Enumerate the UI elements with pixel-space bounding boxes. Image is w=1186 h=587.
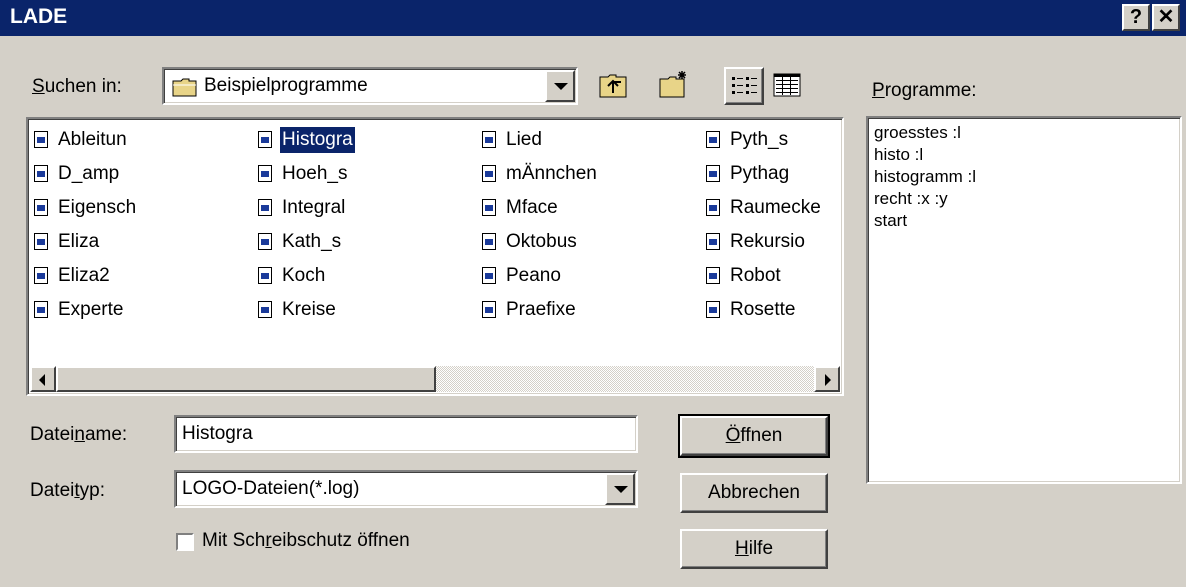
file-name: Pyth_s	[730, 129, 789, 150]
filetype-label: Dateityp:	[30, 480, 105, 501]
logo-file-icon	[706, 233, 720, 250]
logo-file-icon	[34, 199, 48, 216]
logo-file-icon	[706, 301, 720, 318]
file-name: Histogra	[279, 126, 356, 154]
logo-file-icon	[482, 233, 496, 250]
logo-file-icon	[34, 233, 48, 250]
file-name: Pythag	[730, 163, 790, 184]
logo-file-icon	[706, 131, 720, 148]
logo-file-icon	[258, 301, 272, 318]
filename-input[interactable]: Histogra	[174, 415, 638, 453]
file-name: Eigensch	[58, 197, 137, 218]
filename-label: Dateiname:	[30, 424, 128, 445]
program-item[interactable]: start	[874, 210, 1174, 232]
filetype-combobox[interactable]: LOGO-Dateien(*.log)	[174, 470, 638, 508]
file-name: Oktobus	[506, 231, 577, 252]
file-name: Robot	[730, 265, 781, 286]
file-name: Rosette	[730, 299, 796, 320]
open-button[interactable]: Öffnen	[678, 414, 830, 458]
file-name: Integral	[282, 197, 346, 218]
logo-file-icon	[706, 199, 720, 216]
file-name: Lied	[506, 129, 542, 150]
file-name: Experte	[58, 299, 124, 320]
folder-icon	[172, 77, 198, 103]
file-name: Praefixe	[506, 299, 576, 320]
file-name: Koch	[282, 265, 326, 286]
file-open-dialog: LADE ? ✕ Suchen in: Beispielprogramme Pr…	[0, 0, 1186, 587]
file-name: Ableitun	[58, 129, 127, 150]
logo-file-icon	[34, 301, 48, 318]
look-in-dropdown-arrow[interactable]	[545, 70, 575, 102]
cancel-button[interactable]: Abbrechen	[680, 473, 828, 513]
logo-file-icon	[482, 267, 496, 284]
logo-file-icon	[258, 131, 272, 148]
file-name: Raumecke	[730, 197, 821, 218]
look-in-combobox[interactable]: Beispielprogramme	[162, 67, 578, 105]
file-name: Eliza	[58, 231, 100, 252]
logo-file-icon	[482, 301, 496, 318]
list-view-icon[interactable]	[724, 67, 764, 105]
logo-file-icon	[258, 233, 272, 250]
logo-file-icon	[258, 267, 272, 284]
logo-file-icon	[34, 165, 48, 182]
logo-file-icon	[706, 267, 720, 284]
file-name: Mface	[506, 197, 558, 218]
horizontal-scrollbar[interactable]	[30, 366, 840, 392]
look-in-value: Beispielprogramme	[204, 75, 368, 96]
program-item[interactable]: histo :l	[874, 144, 1174, 166]
logo-file-icon	[258, 165, 272, 182]
title-bar[interactable]: LADE ? ✕	[0, 0, 1186, 36]
logo-file-icon	[482, 165, 496, 182]
logo-file-icon	[34, 267, 48, 284]
scroll-right-button[interactable]	[814, 366, 840, 392]
logo-file-icon	[258, 199, 272, 216]
readonly-checkbox[interactable]	[176, 533, 194, 551]
logo-file-icon	[34, 131, 48, 148]
program-item[interactable]: groesstes :l	[874, 122, 1174, 144]
filetype-value: LOGO-Dateien(*.log)	[182, 478, 360, 499]
programs-list[interactable]: groesstes :l histo :l histogramm :l recht :…	[866, 116, 1182, 484]
file-name: Hoeh_s	[282, 163, 348, 184]
look-in-label: Suchen in:	[32, 76, 122, 97]
close-button[interactable]: ✕	[1152, 4, 1180, 31]
details-view-icon[interactable]	[768, 67, 806, 103]
help-title-button[interactable]: ?	[1122, 4, 1150, 31]
logo-file-icon	[482, 199, 496, 216]
logo-file-icon	[482, 131, 496, 148]
file-name: Kreise	[282, 299, 336, 320]
program-item[interactable]: recht :x :y	[874, 188, 1174, 210]
programs-label: Programme:	[872, 80, 977, 101]
file-list[interactable]: Ableitun D_amp Eigensch Eliza Eliza2 Experte H…	[26, 117, 844, 396]
file-name: Kath_s	[282, 231, 342, 252]
file-name: Rekursio	[730, 231, 805, 252]
file-name: D_amp	[58, 163, 120, 184]
window-title: LADE	[10, 5, 68, 28]
scroll-left-button[interactable]	[30, 366, 56, 392]
filetype-dropdown-arrow[interactable]	[605, 473, 635, 505]
new-folder-icon[interactable]	[654, 67, 692, 103]
program-item[interactable]: histogramm :l	[874, 166, 1174, 188]
file-name: Eliza2	[58, 265, 110, 286]
file-name: mÄnnchen	[506, 163, 597, 184]
help-button[interactable]: Hilfe	[680, 529, 828, 569]
filename-value: Histogra	[182, 423, 253, 444]
logo-file-icon	[706, 165, 720, 182]
readonly-label[interactable]: Mit Schreibschutz öffnen	[202, 530, 410, 552]
up-one-level-icon[interactable]	[594, 67, 632, 103]
scroll-thumb[interactable]	[56, 366, 436, 392]
file-name: Peano	[506, 265, 561, 286]
